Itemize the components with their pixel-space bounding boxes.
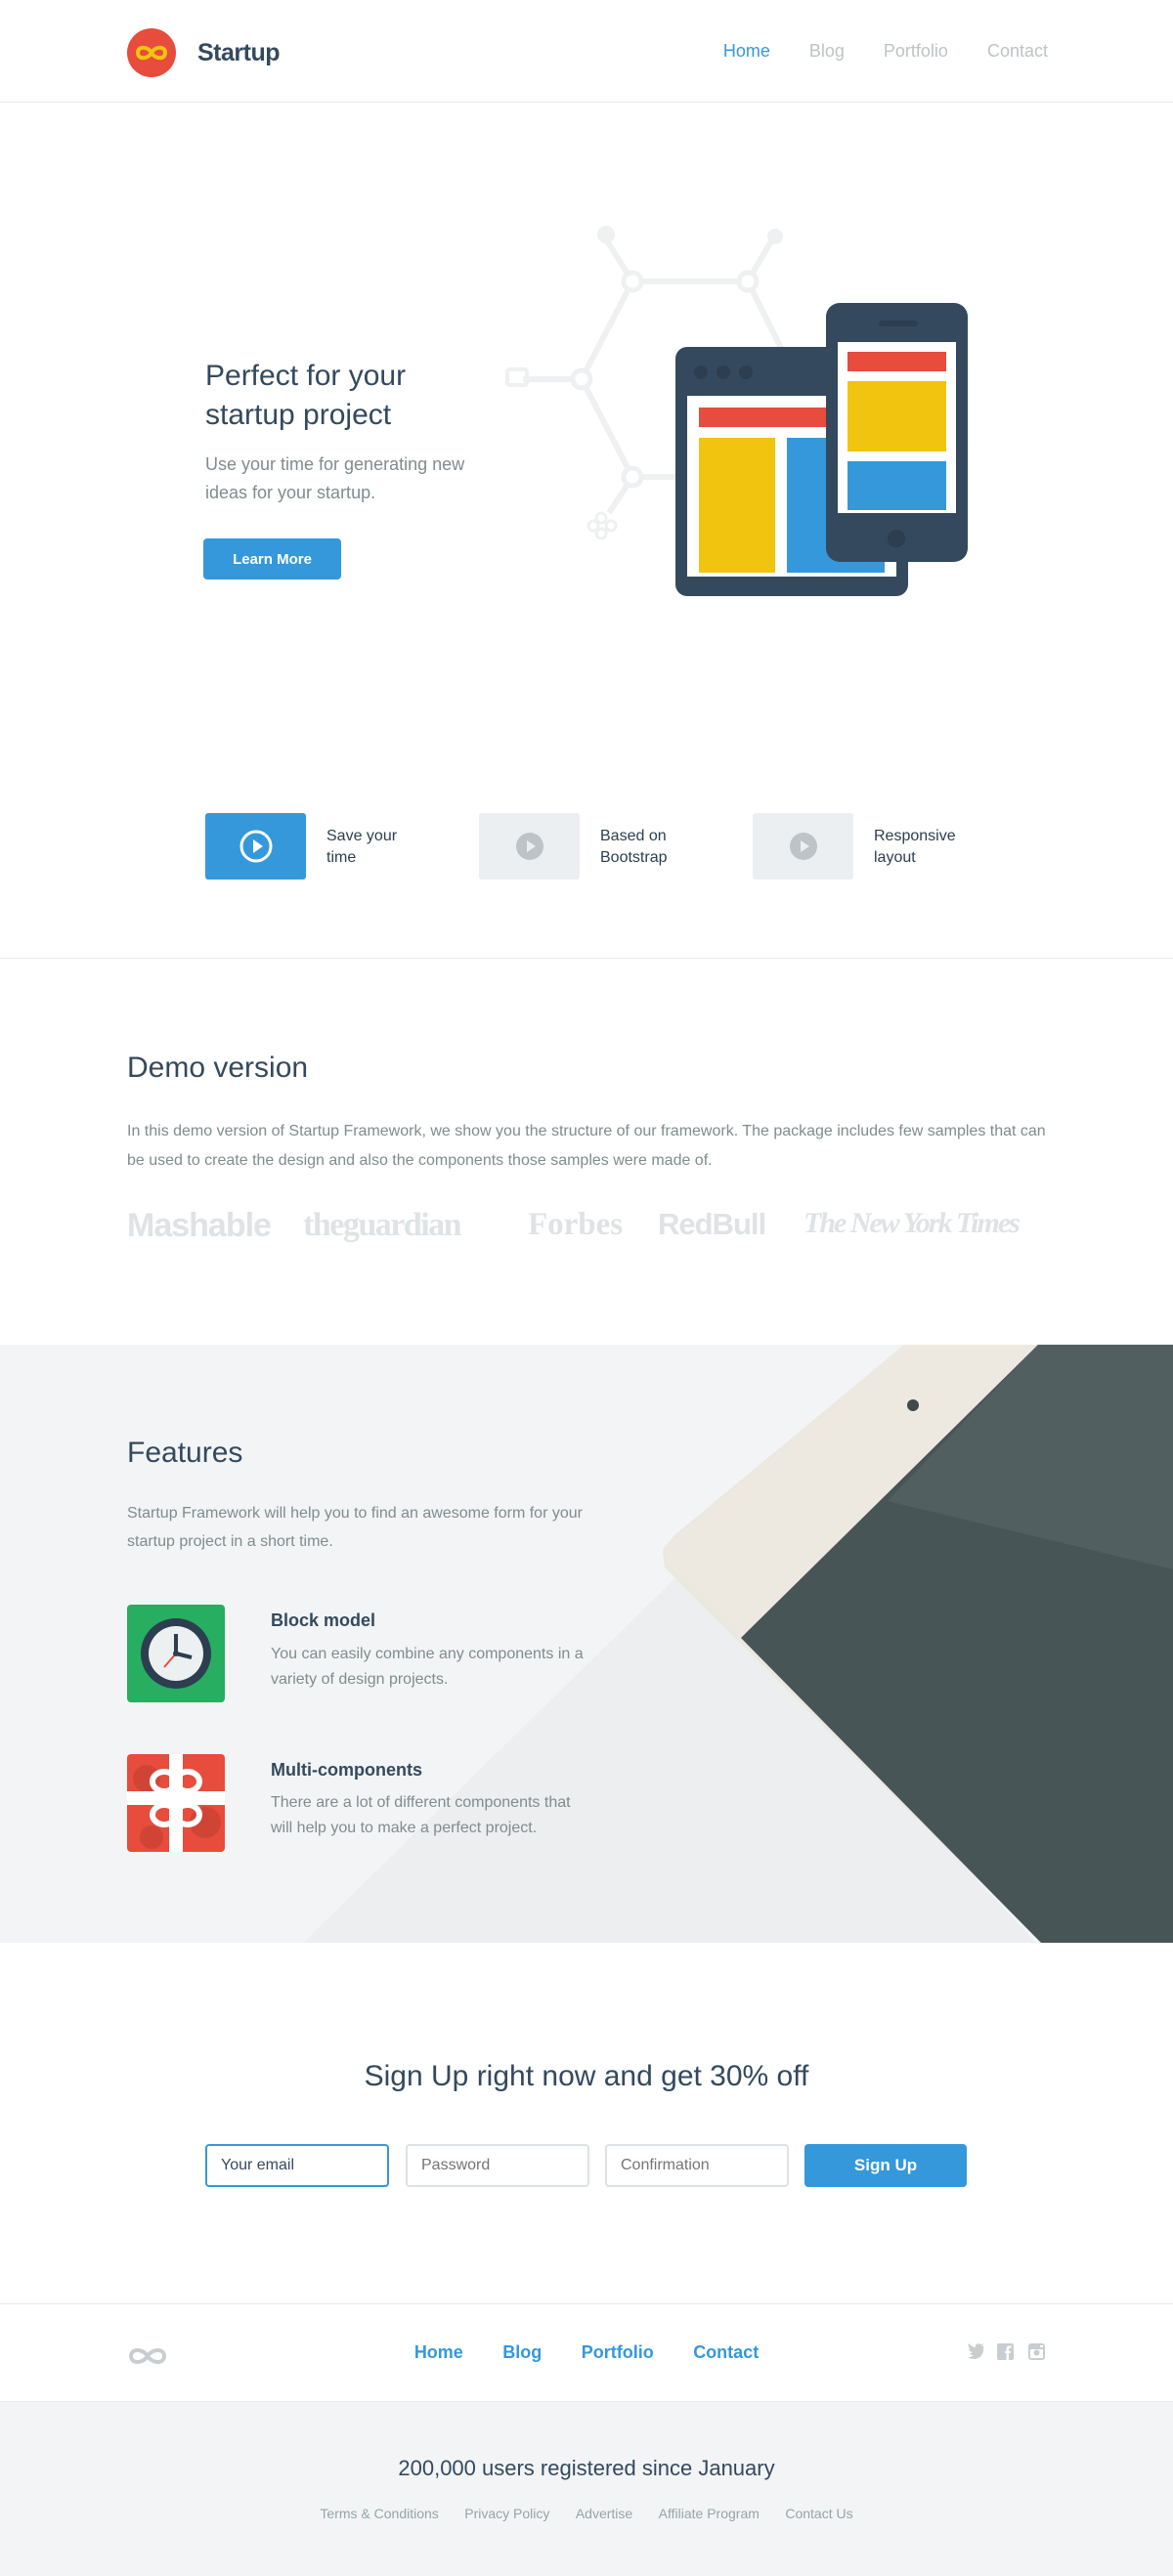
nav-contact[interactable]: Contact xyxy=(987,41,1048,62)
footer-nav-blog[interactable]: Blog xyxy=(502,2342,542,2362)
footer-link-privacy[interactable]: Privacy Policy xyxy=(464,2506,549,2521)
twitter-icon[interactable] xyxy=(968,2343,985,2359)
site-header: Startup Home Blog Portfolio Contact xyxy=(0,0,1173,103)
flower-icon xyxy=(586,511,618,540)
tile-label-save-time: Save your time xyxy=(326,828,398,866)
play-circle-icon xyxy=(239,830,272,863)
press-logo-forbes: Forbes xyxy=(528,1207,624,1242)
features-text: Startup Framework will help you to find … xyxy=(127,1505,583,1550)
press-logo-redbull: RedBull xyxy=(658,1207,766,1241)
footer-nav-portfolio[interactable]: Portfolio xyxy=(582,2342,654,2362)
footer-headline: 200,000 users registered since January xyxy=(398,2456,775,2480)
features-title: Features xyxy=(127,1437,243,1469)
tile-label-responsive: Responsive layout xyxy=(874,828,956,866)
infinity-icon xyxy=(127,28,176,77)
brand-name: Startup xyxy=(197,38,281,66)
phone-icon xyxy=(826,303,968,562)
tile-save-time[interactable] xyxy=(205,813,306,880)
feature-title-multi-components: Multi-components xyxy=(271,1760,422,1780)
hero-text: Use your time for generating new ideas f… xyxy=(205,454,465,502)
gear-icon xyxy=(597,226,615,243)
feature-text-multi-components: There are a lot of different components … xyxy=(271,1794,571,1836)
email-field[interactable] xyxy=(205,2144,389,2187)
nav-blog[interactable]: Blog xyxy=(809,41,845,62)
footer-nav-home[interactable]: Home xyxy=(414,2342,463,2362)
footer-nav-contact[interactable]: Contact xyxy=(693,2342,759,2362)
press-logo-nyt: The New York Times xyxy=(804,1207,1021,1239)
feature-text-block-model: You can easily combine any components in… xyxy=(271,1646,584,1688)
sign-up-button[interactable]: Sign Up xyxy=(804,2144,967,2187)
instagram-icon[interactable] xyxy=(1028,2343,1045,2360)
press-logo-mashable: Mashable xyxy=(127,1207,272,1244)
footer-bottom xyxy=(0,2401,1173,2576)
password-field[interactable] xyxy=(406,2144,589,2187)
play-circle-icon xyxy=(789,833,817,860)
demo-title: Demo version xyxy=(127,1052,309,1084)
press-logo-guardian: theguardian xyxy=(303,1207,462,1243)
learn-more-button[interactable]: Learn More xyxy=(203,538,341,580)
gift-icon xyxy=(127,1754,225,1852)
footer-link-contact[interactable]: Contact Us xyxy=(785,2506,852,2521)
tile-label-bootstrap: Based on Bootstrap xyxy=(600,828,668,866)
signup-title: Sign Up right now and get 30% off xyxy=(364,2060,809,2092)
footer-link-terms[interactable]: Terms & Conditions xyxy=(320,2506,438,2521)
feature-title-block-model: Block model xyxy=(271,1610,376,1630)
tile-bootstrap[interactable] xyxy=(479,813,580,880)
play-circle-icon xyxy=(515,833,543,860)
nav-portfolio[interactable]: Portfolio xyxy=(884,41,948,62)
rocket-icon xyxy=(767,229,783,244)
footer-link-affiliate[interactable]: Affiliate Program xyxy=(659,2506,760,2521)
main-nav: Home Blog Portfolio Contact xyxy=(684,41,1048,62)
demo-text: In this demo version of Startup Framewor… xyxy=(127,1123,1046,1169)
hero-title: Perfect for your startup project xyxy=(205,360,407,431)
confirmation-field[interactable] xyxy=(605,2144,789,2187)
footer-link-advertise[interactable]: Advertise xyxy=(576,2506,632,2521)
logo[interactable]: Startup xyxy=(127,28,281,77)
facebook-icon[interactable] xyxy=(997,2343,1014,2360)
devices-illustration xyxy=(505,226,968,596)
section-divider xyxy=(0,958,1173,959)
clock-icon xyxy=(127,1605,225,1702)
tile-responsive[interactable] xyxy=(753,813,853,880)
nav-home[interactable]: Home xyxy=(723,41,770,62)
footer-links: Terms & Conditions Privacy Policy Advert… xyxy=(0,2506,1173,2523)
